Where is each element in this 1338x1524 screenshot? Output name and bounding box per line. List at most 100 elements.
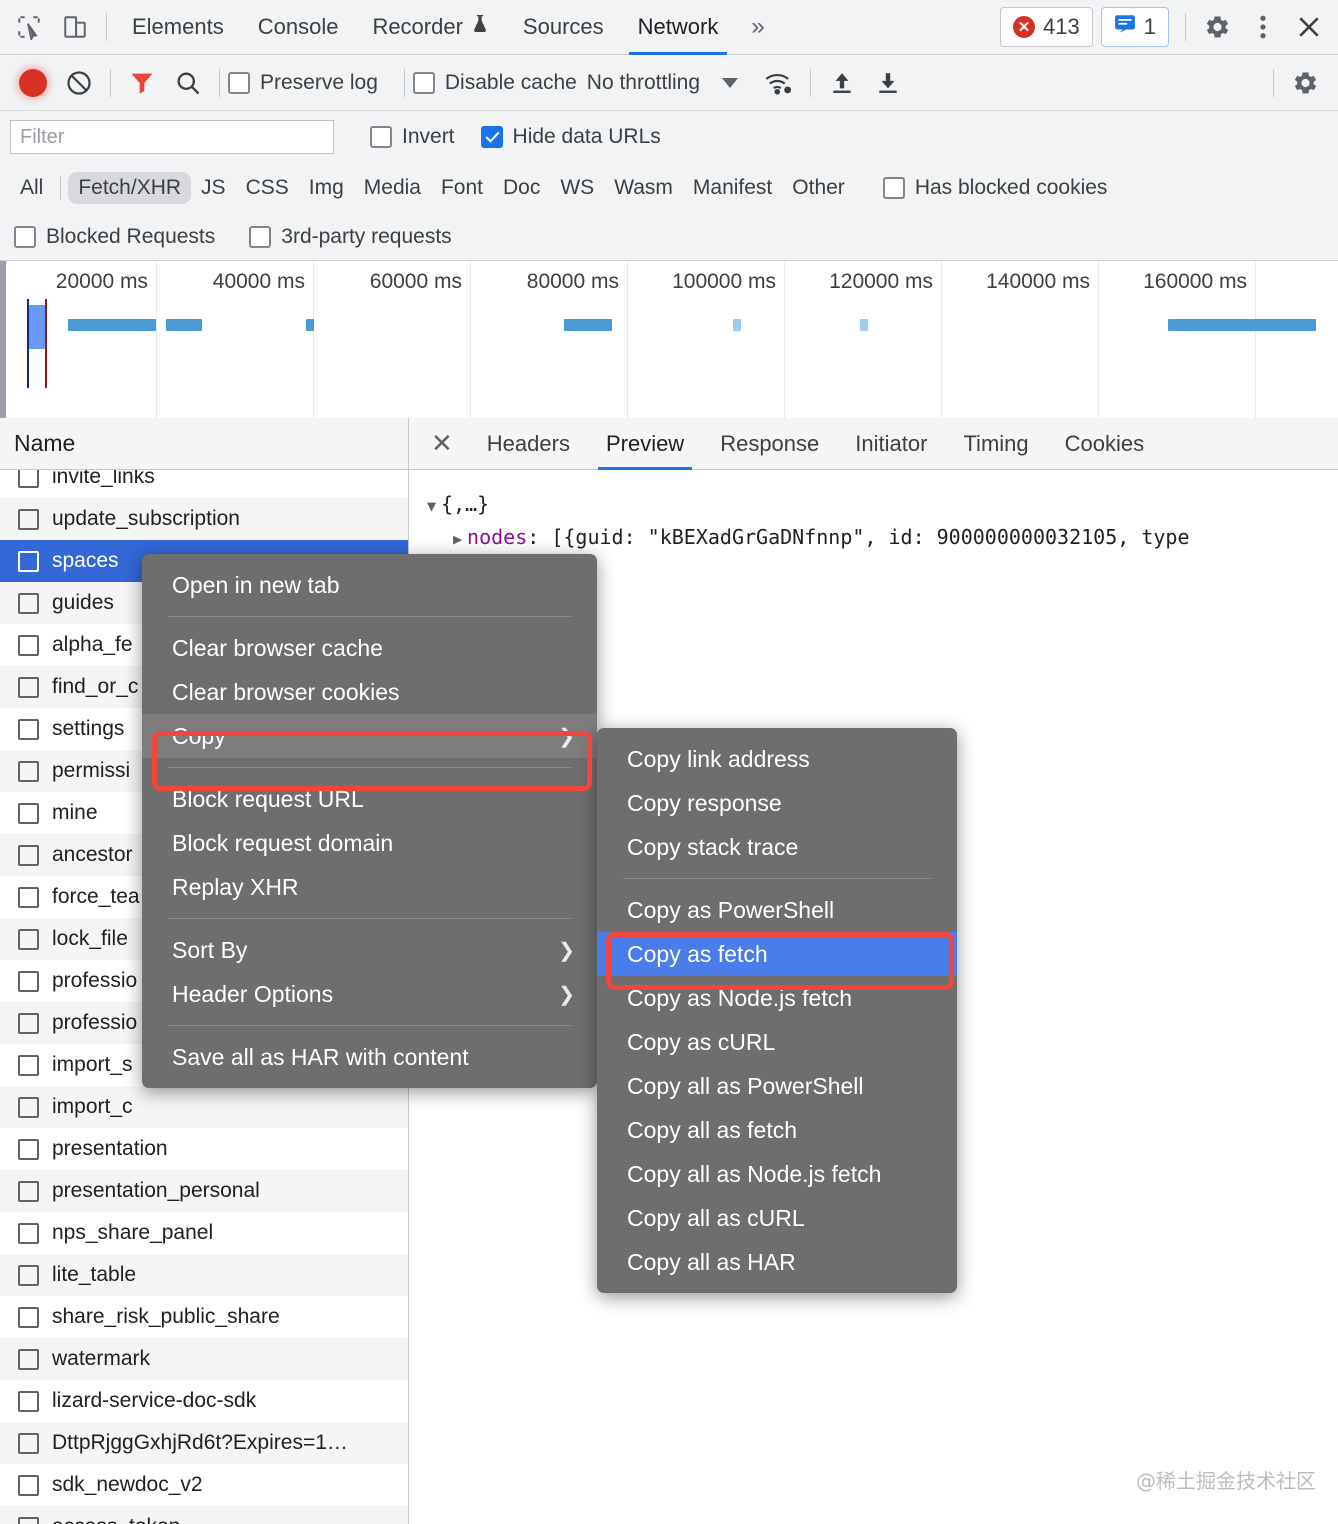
device-toolbar-icon[interactable] [52, 4, 98, 50]
wifi-gear-icon[interactable] [756, 60, 802, 106]
chip-all[interactable]: All [10, 172, 53, 204]
row-checkbox[interactable] [18, 844, 39, 866]
row-checkbox[interactable] [18, 1054, 39, 1076]
row-checkbox[interactable] [18, 1012, 39, 1034]
hide-data-urls-checkbox[interactable]: Hide data URLs [480, 125, 661, 149]
table-row[interactable]: presentation [0, 1128, 408, 1170]
clear-icon[interactable] [56, 60, 102, 106]
chip-other[interactable]: Other [782, 172, 855, 204]
row-checkbox[interactable] [18, 1264, 39, 1286]
requests-column-header[interactable]: Name [0, 418, 408, 470]
row-checkbox[interactable] [18, 470, 39, 488]
row-checkbox[interactable] [18, 886, 39, 908]
search-icon[interactable] [165, 60, 211, 106]
menu-item-copy-all-as-powershell[interactable]: Copy all as PowerShell [597, 1064, 957, 1108]
tab-cookies[interactable]: Cookies [1047, 418, 1162, 470]
record-icon[interactable] [10, 60, 56, 106]
chip-ws[interactable]: WS [550, 172, 604, 204]
error-count-badge[interactable]: ✕ 413 [1000, 7, 1093, 47]
chip-media[interactable]: Media [354, 172, 431, 204]
third-party-requests-checkbox[interactable]: 3rd-party requests [249, 225, 452, 249]
menu-item-clear-browser-cookies[interactable]: Clear browser cookies [142, 670, 597, 714]
chip-wasm[interactable]: Wasm [604, 172, 683, 204]
filter-icon[interactable] [119, 60, 165, 106]
menu-item-copy-as-fetch[interactable]: Copy as fetch [597, 932, 957, 976]
chip-doc[interactable]: Doc [493, 172, 550, 204]
row-checkbox[interactable] [18, 1222, 39, 1244]
tab-response[interactable]: Response [702, 418, 837, 470]
network-settings-gear-icon[interactable] [1282, 60, 1328, 106]
table-row[interactable]: access_token [0, 1506, 408, 1524]
menu-item-open-in-new-tab[interactable]: Open in new tab [142, 563, 597, 607]
menu-item-copy-all-as-fetch[interactable]: Copy all as fetch [597, 1108, 957, 1152]
table-row[interactable]: nps_share_panel [0, 1212, 408, 1254]
row-checkbox[interactable] [18, 1474, 39, 1496]
chip-css[interactable]: CSS [236, 172, 299, 204]
chip-manifest[interactable]: Manifest [683, 172, 782, 204]
download-icon[interactable] [865, 60, 911, 106]
row-checkbox[interactable] [18, 1306, 39, 1328]
table-row[interactable]: sdk_newdoc_v2 [0, 1464, 408, 1506]
table-row[interactable]: watermark [0, 1338, 408, 1380]
table-row[interactable]: invite_links [0, 470, 408, 498]
copy-submenu[interactable]: Copy link address Copy response Copy stack… [597, 728, 957, 1293]
row-checkbox[interactable] [18, 1138, 39, 1160]
menu-item-copy-link-address[interactable]: Copy link address [597, 737, 957, 781]
invert-checkbox[interactable]: Invert [370, 125, 455, 149]
json-root-row[interactable]: ▼ {,…} [427, 488, 1338, 521]
table-row[interactable]: lizard-service-doc-sdk [0, 1380, 408, 1422]
row-checkbox[interactable] [18, 928, 39, 950]
menu-item-block-request-domain[interactable]: Block request domain [142, 821, 597, 865]
row-checkbox[interactable] [18, 760, 39, 782]
tab-elements[interactable]: Elements [115, 0, 241, 55]
search-input[interactable] [10, 120, 334, 154]
row-checkbox[interactable] [18, 1516, 39, 1524]
table-row[interactable]: lite_table [0, 1254, 408, 1296]
close-icon[interactable]: ✕ [427, 428, 469, 459]
menu-item-copy-as-curl[interactable]: Copy as cURL [597, 1020, 957, 1064]
disable-cache-checkbox[interactable]: Disable cache [412, 71, 577, 95]
json-nodes-row[interactable]: ▶ nodes: [{guid: "kBEXadGrGaDNfnnp", id: … [427, 521, 1338, 554]
table-row[interactable]: DttpRjggGxhjRd6t?Expires=1… [0, 1422, 408, 1464]
chip-font[interactable]: Font [431, 172, 493, 204]
menu-item-copy-all-as-curl[interactable]: Copy all as cURL [597, 1196, 957, 1240]
row-checkbox[interactable] [18, 550, 39, 572]
tab-headers[interactable]: Headers [469, 418, 588, 470]
menu-item-save-all-as-har-with-content[interactable]: Save all as HAR with content [142, 1035, 597, 1079]
row-checkbox[interactable] [18, 676, 39, 698]
row-checkbox[interactable] [18, 634, 39, 656]
close-icon[interactable] [1286, 4, 1332, 50]
row-checkbox[interactable] [18, 970, 39, 992]
menu-item-copy-as-powershell[interactable]: Copy as PowerShell [597, 888, 957, 932]
more-tabs-icon[interactable]: » [735, 13, 780, 41]
row-checkbox[interactable] [18, 1180, 39, 1202]
table-row[interactable]: presentation_personal [0, 1170, 408, 1212]
chip-js[interactable]: JS [191, 172, 236, 204]
row-checkbox[interactable] [18, 802, 39, 824]
tab-timing[interactable]: Timing [945, 418, 1046, 470]
menu-item-replay-xhr[interactable]: Replay XHR [142, 865, 597, 909]
menu-item-block-request-url[interactable]: Block request URL [142, 777, 597, 821]
tab-console[interactable]: Console [241, 0, 356, 55]
upload-icon[interactable] [819, 60, 865, 106]
network-overview[interactable]: 20000 ms 40000 ms 60000 ms 80000 ms 100000 m… [0, 261, 1338, 429]
table-row[interactable]: update_subscription [0, 498, 408, 540]
message-count-badge[interactable]: 1 [1100, 7, 1169, 47]
has-blocked-cookies-checkbox[interactable]: Has blocked cookies [882, 176, 1107, 200]
tab-initiator[interactable]: Initiator [837, 418, 945, 470]
table-row[interactable]: share_risk_public_share [0, 1296, 408, 1338]
menu-item-sort-by[interactable]: Sort By ❯ [142, 928, 597, 972]
chip-img[interactable]: Img [299, 172, 354, 204]
row-checkbox[interactable] [18, 1390, 39, 1412]
menu-item-header-options[interactable]: Header Options ❯ [142, 972, 597, 1016]
inspect-element-icon[interactable] [6, 4, 52, 50]
request-context-menu[interactable]: Open in new tab Clear browser cache Clear … [142, 554, 597, 1088]
preserve-log-checkbox[interactable]: Preserve log [228, 71, 378, 95]
menu-item-copy-stack-trace[interactable]: Copy stack trace [597, 825, 957, 869]
tab-recorder[interactable]: Recorder [355, 0, 505, 55]
tab-network[interactable]: Network [621, 0, 736, 55]
tab-preview[interactable]: Preview [588, 418, 702, 470]
tab-sources[interactable]: Sources [506, 0, 621, 55]
row-checkbox[interactable] [18, 718, 39, 740]
throttling-select[interactable]: No throttling [587, 71, 739, 95]
